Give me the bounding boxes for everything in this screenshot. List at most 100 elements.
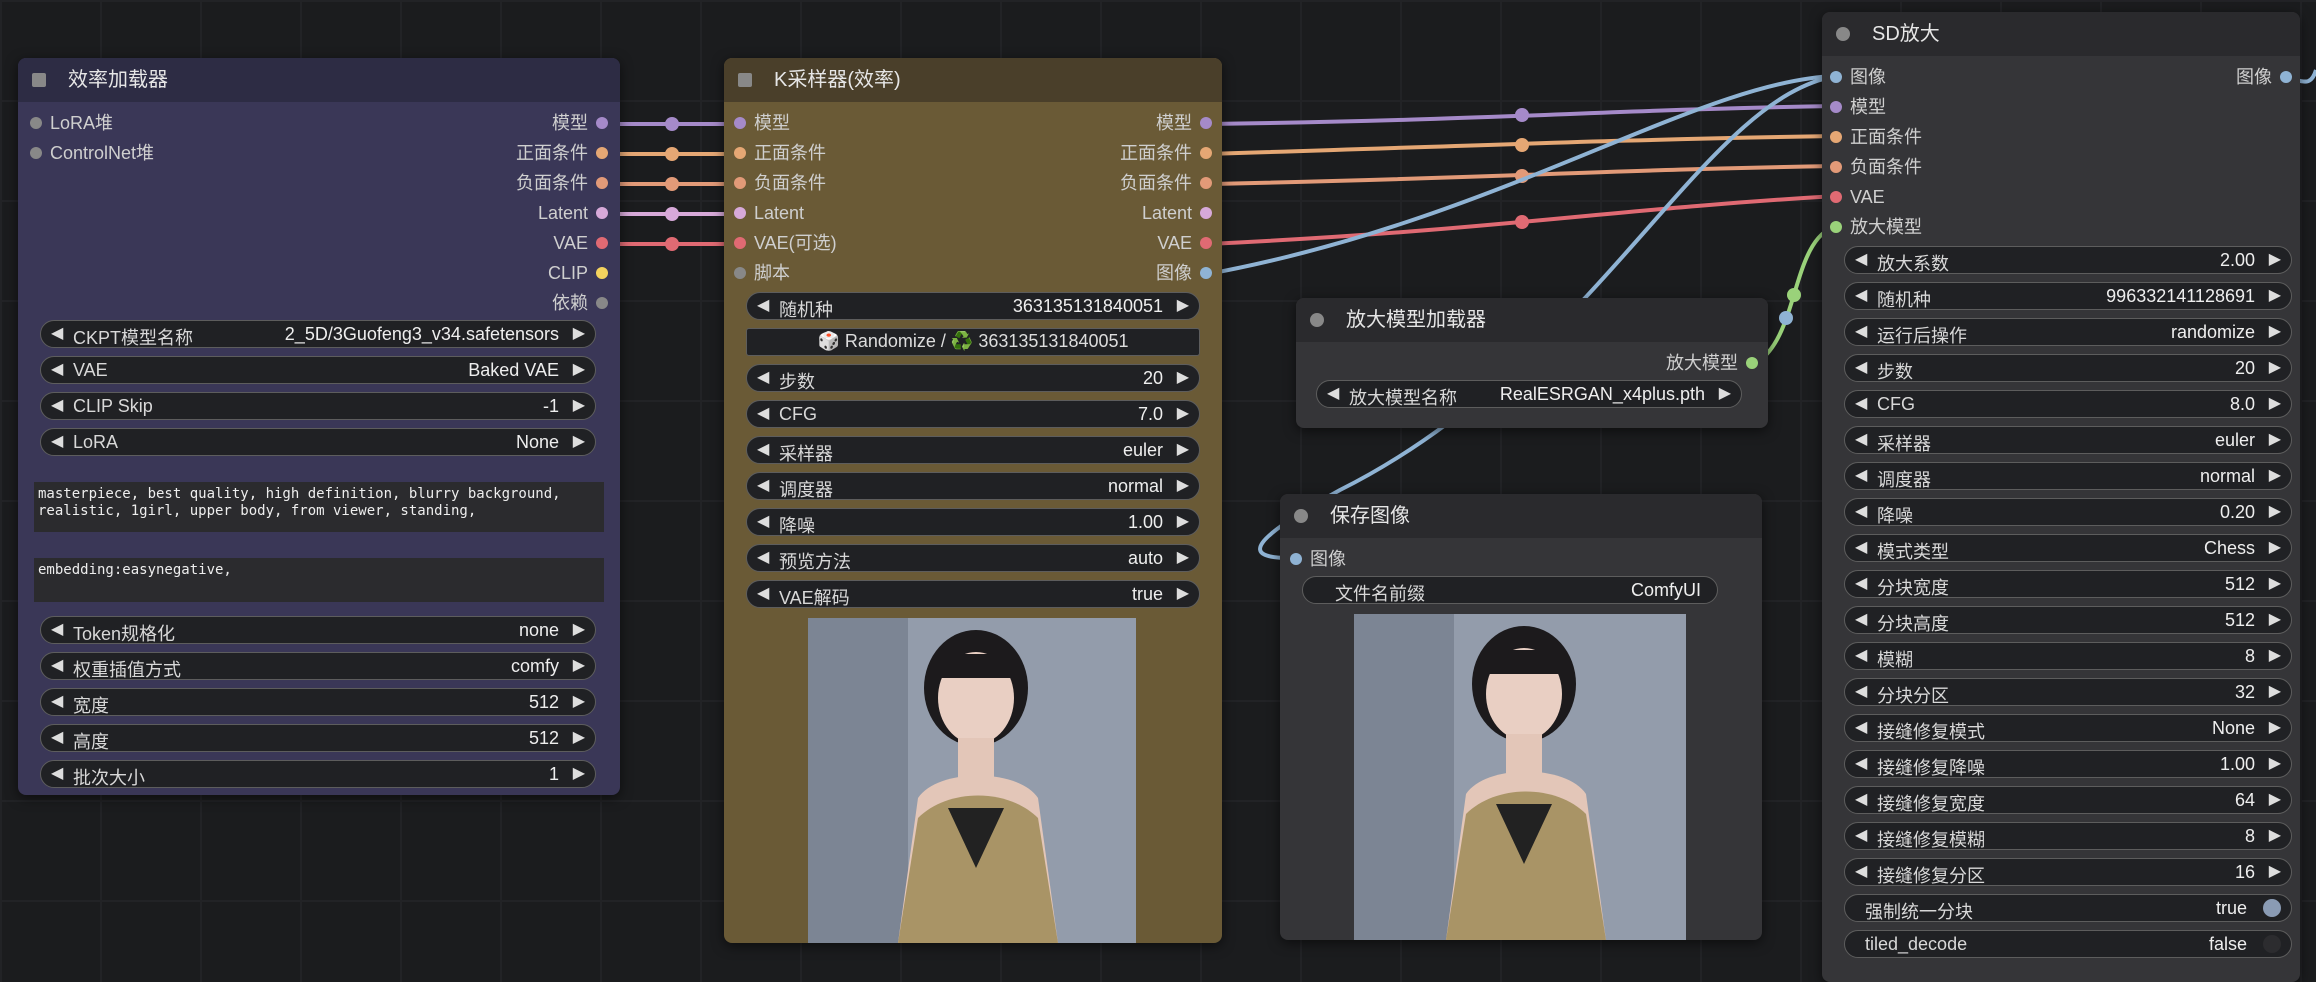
sd-widget-11[interactable]: ◀ 模糊 8 ▶ (1844, 642, 2292, 670)
output-positive[interactable]: 正面条件 (1120, 138, 1212, 168)
sd-widget-12[interactable]: ◀ 分块分区 32 ▶ (1844, 678, 2292, 706)
collapse-icon[interactable] (1310, 313, 1324, 327)
input-lora-stack[interactable]: LoRA堆 (30, 108, 113, 138)
sd-widget-4[interactable]: ◀ CFG 8.0 ▶ (1844, 390, 2292, 418)
arrow-left-icon[interactable]: ◀ (1855, 825, 1867, 845)
arrow-left-icon[interactable]: ◀ (1855, 357, 1867, 377)
arrow-left-icon[interactable]: ◀ (1855, 321, 1867, 341)
token-norm-widget[interactable]: ◀ Token规格化 none ▶ (40, 616, 596, 644)
arrow-right-icon[interactable]: ▶ (2269, 501, 2281, 521)
arrow-left-icon[interactable]: ◀ (1855, 429, 1867, 449)
arrow-right-icon[interactable]: ▶ (2269, 321, 2281, 341)
sd-toggle-0[interactable]: 强制统一分块 true (1844, 894, 2292, 922)
output-model[interactable]: 模型 (1156, 108, 1212, 138)
arrow-right-icon[interactable]: ▶ (2269, 537, 2281, 557)
arrow-left-icon[interactable]: ◀ (1855, 681, 1867, 701)
arrow-left-icon[interactable]: ◀ (1855, 285, 1867, 305)
output-latent[interactable]: Latent (1142, 198, 1212, 228)
input-image[interactable]: 图像 (1290, 544, 1346, 574)
output-negative[interactable]: 负面条件 (1120, 168, 1212, 198)
randomize-button[interactable]: 🎲 Randomize / ♻️ 363135131840051 (746, 328, 1200, 356)
toggle-knob-icon[interactable] (2263, 935, 2281, 953)
upscale-model-loader-node[interactable]: 放大模型加载器 放大模型 ◀ 放大模型名称 RealESRGAN_x4plus.pt… (1296, 298, 1768, 428)
batch-widget[interactable]: ◀ 批次大小 1 ▶ (40, 760, 596, 788)
collapse-icon[interactable] (1836, 27, 1850, 41)
arrow-right-icon[interactable]: ▶ (2269, 681, 2281, 701)
arrow-right-icon[interactable]: ▶ (2269, 861, 2281, 881)
node-title-bar[interactable]: K采样器(效率) (724, 58, 1222, 102)
node-title-bar[interactable]: SD放大 (1822, 12, 2300, 56)
input-latent[interactable]: Latent (734, 198, 804, 228)
arrow-left-icon[interactable]: ◀ (1855, 789, 1867, 809)
arrow-right-icon[interactable]: ▶ (2269, 573, 2281, 593)
output-positive[interactable]: 正面条件 (516, 138, 608, 168)
output-model[interactable]: 模型 (552, 108, 608, 138)
height-widget[interactable]: ◀ 高度 512 ▶ (40, 724, 596, 752)
output-negative[interactable]: 负面条件 (516, 168, 608, 198)
arrow-right-icon[interactable]: ▶ (2269, 645, 2281, 665)
arrow-left-icon[interactable]: ◀ (1855, 573, 1867, 593)
output-upscale-model[interactable]: 放大模型 (1666, 348, 1758, 378)
output-clip[interactable]: CLIP (548, 258, 608, 288)
arrow-right-icon[interactable]: ▶ (2269, 393, 2281, 413)
arrow-left-icon[interactable]: ◀ (1855, 249, 1867, 269)
node-title-bar[interactable]: 放大模型加载器 (1296, 298, 1768, 342)
arrow-left-icon[interactable]: ◀ (1855, 393, 1867, 413)
arrow-right-icon[interactable]: ▶ (2269, 465, 2281, 485)
node-title-bar[interactable]: 保存图像 (1280, 494, 1762, 538)
arrow-left-icon[interactable]: ◀ (1855, 753, 1867, 773)
arrow-right-icon[interactable]: ▶ (2269, 789, 2281, 809)
output-image[interactable]: 图像 (2236, 62, 2292, 92)
input-vae-optional[interactable]: VAE(可选) (734, 228, 837, 258)
steps-widget[interactable]: ◀ 步数 20 ▶ (746, 364, 1200, 392)
arrow-right-icon[interactable]: ▶ (2269, 609, 2281, 629)
output-vae[interactable]: VAE (1157, 228, 1212, 258)
toggle-knob-icon[interactable] (2263, 899, 2281, 917)
arrow-left-icon[interactable]: ◀ (1855, 861, 1867, 881)
sd-widget-9[interactable]: ◀ 分块宽度 512 ▶ (1844, 570, 2292, 598)
collapse-icon[interactable] (32, 73, 46, 87)
sd-widget-6[interactable]: ◀ 调度器 normal ▶ (1844, 462, 2292, 490)
arrow-right-icon[interactable]: ▶ (2269, 249, 2281, 269)
sd-widget-2[interactable]: ◀ 运行后操作 randomize ▶ (1844, 318, 2292, 346)
sd-widget-16[interactable]: ◀ 接缝修复模糊 8 ▶ (1844, 822, 2292, 850)
sd-widget-8[interactable]: ◀ 模式类型 Chess ▶ (1844, 534, 2292, 562)
vae-widget[interactable]: ◀ VAE Baked VAE ▶ (40, 356, 596, 384)
scheduler-widget[interactable]: ◀ 调度器 normal ▶ (746, 472, 1200, 500)
arrow-right-icon[interactable]: ▶ (2269, 285, 2281, 305)
collapse-icon[interactable] (1294, 509, 1308, 523)
sd-widget-13[interactable]: ◀ 接缝修复模式 None ▶ (1844, 714, 2292, 742)
arrow-right-icon[interactable]: ▶ (2269, 357, 2281, 377)
output-vae[interactable]: VAE (553, 228, 608, 258)
arrow-right-icon[interactable]: ▶ (2269, 429, 2281, 449)
sd-widget-5[interactable]: ◀ 采样器 euler ▶ (1844, 426, 2292, 454)
arrow-right-icon[interactable]: ▶ (2269, 753, 2281, 773)
denoise-widget[interactable]: ◀ 降噪 1.00 ▶ (746, 508, 1200, 536)
arrow-left-icon[interactable]: ◀ (1855, 645, 1867, 665)
ksampler-node[interactable]: K采样器(效率) 模型 正面条件 负面条件 Latent VAE(可选) 脚本 … (724, 58, 1222, 943)
collapse-icon[interactable] (738, 73, 752, 87)
arrow-left-icon[interactable]: ◀ (1855, 537, 1867, 557)
upscale-model-name-widget[interactable]: ◀ 放大模型名称 RealESRGAN_x4plus.pth ▶ (1316, 380, 1742, 408)
input-positive[interactable]: 正面条件 (734, 138, 826, 168)
save-image-node[interactable]: 保存图像 图像 文件名前缀 ComfyUI (1280, 494, 1762, 940)
sd-upscale-node[interactable]: SD放大 图像 模型 正面条件 负面条件 VAE 放大模型 图像 ◀ 放大系数 2.… (1822, 12, 2300, 982)
sampler-widget[interactable]: ◀ 采样器 euler ▶ (746, 436, 1200, 464)
arrow-left-icon[interactable]: ◀ (1855, 501, 1867, 521)
width-widget[interactable]: ◀ 宽度 512 ▶ (40, 688, 596, 716)
sd-widget-15[interactable]: ◀ 接缝修复宽度 64 ▶ (1844, 786, 2292, 814)
sd-widget-14[interactable]: ◀ 接缝修复降噪 1.00 ▶ (1844, 750, 2292, 778)
sd-widget-7[interactable]: ◀ 降噪 0.20 ▶ (1844, 498, 2292, 526)
sd-widget-3[interactable]: ◀ 步数 20 ▶ (1844, 354, 2292, 382)
sd-widget-1[interactable]: ◀ 随机种 996332141128691 ▶ (1844, 282, 2292, 310)
efficiency-loader-node[interactable]: 效率加载器 LoRA堆 ControlNet堆 模型 正面条件 负面条件 Lat… (18, 58, 620, 795)
input-image[interactable]: 图像 (1830, 62, 1886, 92)
input-model[interactable]: 模型 (1830, 92, 1886, 122)
arrow-left-icon[interactable]: ◀ (1855, 609, 1867, 629)
cfg-widget[interactable]: ◀ CFG 7.0 ▶ (746, 400, 1200, 428)
node-title-bar[interactable]: 效率加载器 (18, 58, 620, 102)
preview-method-widget[interactable]: ◀ 预览方法 auto ▶ (746, 544, 1200, 572)
weight-interp-widget[interactable]: ◀ 权重插值方式 comfy ▶ (40, 652, 596, 680)
arrow-left-icon[interactable]: ◀ (1855, 717, 1867, 737)
sd-widget-10[interactable]: ◀ 分块高度 512 ▶ (1844, 606, 2292, 634)
